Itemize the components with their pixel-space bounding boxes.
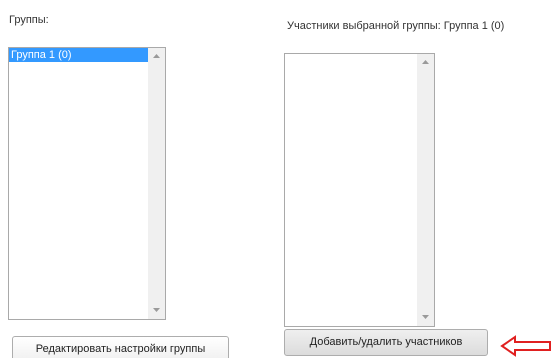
left-arrow-icon [500,335,553,357]
groups-label: Группы: [9,14,49,26]
members-label: Участники выбранной группы: Группа 1 (0) [287,20,505,32]
scroll-down-arrow-icon[interactable] [417,309,434,326]
members-listbox[interactable] [284,53,435,327]
add-remove-members-button[interactable]: Добавить/удалить участников [284,329,488,356]
edit-group-settings-button[interactable]: Редактировать настройки группы [12,336,229,358]
group-list-item[interactable]: Группа 1 (0) [9,48,148,62]
groups-list-items: Группа 1 (0) [9,48,148,319]
groups-listbox[interactable]: Группа 1 (0) [8,47,166,320]
scroll-down-arrow-icon[interactable] [148,302,165,319]
scroll-up-arrow-icon[interactable] [148,48,165,65]
scroll-up-arrow-icon[interactable] [417,54,434,71]
members-list-items [285,54,417,326]
group-management-page: Группы: Группа 1 (0) Участники выбранной… [0,0,553,358]
groups-scrollbar[interactable] [148,48,165,319]
members-scrollbar[interactable] [417,54,434,326]
